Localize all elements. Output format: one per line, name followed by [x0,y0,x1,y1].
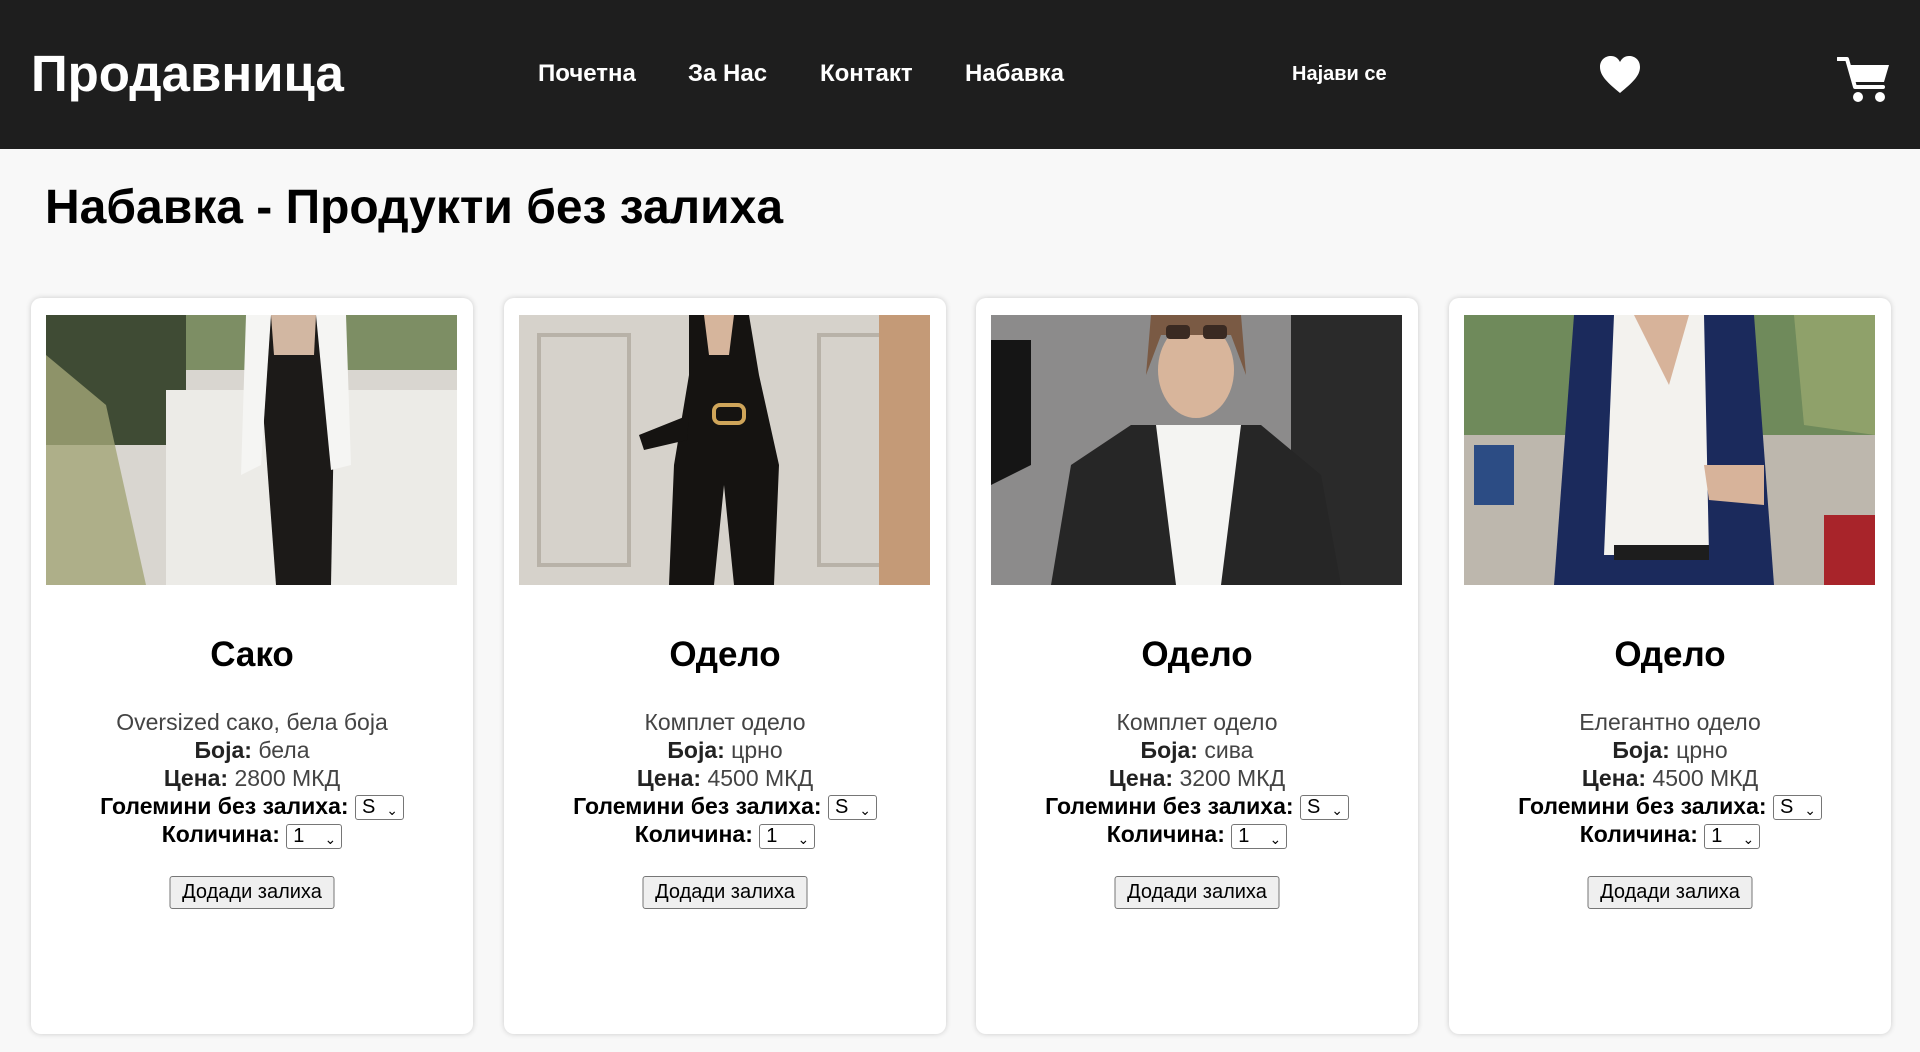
page-title: Набавка - Продукти без залиха [45,181,784,234]
sizes-out-label: Големини без залиха: [573,793,822,819]
chevron-down-icon: ⌄ [1804,802,1816,819]
product-image [1464,315,1875,585]
chevron-down-icon: ⌄ [1269,830,1282,847]
product-name: Одело [1614,635,1726,674]
product-color: бела [258,737,310,763]
add-stock-button[interactable]: Додади залиха [1114,876,1280,909]
product-price: 2800 МКД [234,765,341,791]
price-label: Цена: [163,765,229,791]
product-info: Комплет одело Боја: сива Цена: 3200 МКД … [976,708,1418,849]
product-card: Одело Елегантно одело Боја: црно Цена: 4… [1449,298,1891,1034]
product-name: Одело [1141,635,1253,674]
quantity-label: Количина: [161,821,280,848]
top-navbar: Продавница Почетна За Нас Контакт Набавк… [0,0,1920,149]
add-stock-button[interactable]: Додади залиха [642,876,808,909]
product-info: Комплет одело Боја: црно Цена: 4500 МКД … [504,708,946,849]
color-label: Боја: [667,737,725,763]
color-label: Боја: [1612,737,1670,763]
quantity-select[interactable]: 1 ⌄ [1704,823,1761,849]
price-label: Цена: [636,765,702,791]
quantity-select[interactable]: 1 ⌄ [286,823,343,849]
site-logo[interactable]: Продавница [31,46,344,102]
product-price: 4500 МКД [707,765,814,791]
product-info: Oversized сако, бела боја Боја: бела Цен… [31,708,473,849]
product-info: Елегантно одело Боја: црно Цена: 4500 МК… [1449,708,1891,849]
size-select[interactable]: S ⌄ [1772,795,1822,821]
color-label: Боја: [194,737,252,763]
size-select[interactable]: S ⌄ [1299,795,1349,821]
add-stock-button[interactable]: Додади залиха [1587,876,1753,909]
product-card: Одело Комплет одело Боја: сива Цена: 320… [976,298,1418,1034]
chevron-down-icon: ⌄ [1742,830,1755,847]
product-image [991,315,1402,585]
product-description: Елегантно одело [1579,709,1761,735]
chevron-down-icon: ⌄ [1331,802,1343,819]
product-description: Комплет одело [1116,709,1278,735]
quantity-select[interactable]: 1 ⌄ [759,823,816,849]
size-select[interactable]: S ⌄ [354,795,404,821]
chevron-down-icon: ⌄ [797,830,810,847]
chevron-down-icon: ⌄ [324,830,337,847]
product-color: црно [731,737,783,763]
color-label: Боја: [1140,737,1198,763]
nav-link-procurement[interactable]: Набавка [965,60,1064,88]
product-image [519,315,930,585]
product-name: Сако [210,635,294,674]
sizes-out-label: Големини без залиха: [1518,793,1767,819]
nav-link-home[interactable]: Почетна [538,60,636,88]
login-link[interactable]: Најави се [1292,62,1387,86]
product-image [46,315,457,585]
price-label: Цена: [1581,765,1647,791]
quantity-label: Количина: [1106,821,1225,848]
size-select[interactable]: S ⌄ [827,795,877,821]
product-color: црно [1676,737,1728,763]
product-description: Комплет одело [644,709,806,735]
quantity-label: Количина: [1579,821,1698,848]
product-description: Oversized сако, бела боја [116,709,388,735]
product-name: Одело [669,635,781,674]
product-color: сива [1204,737,1254,763]
add-stock-button[interactable]: Додади залиха [169,876,335,909]
quantity-label: Количина: [634,821,753,848]
nav-link-contact[interactable]: Контакт [820,60,913,88]
cart-icon[interactable] [1836,55,1891,105]
quantity-select[interactable]: 1 ⌄ [1231,823,1288,849]
product-price: 4500 МКД [1652,765,1759,791]
nav-link-about[interactable]: За Нас [688,60,767,88]
sizes-out-label: Големини без залиха: [100,793,349,819]
product-card: Сако Oversized сако, бела боја Боја: бел… [31,298,473,1034]
product-price: 3200 МКД [1179,765,1286,791]
chevron-down-icon: ⌄ [859,802,871,819]
chevron-down-icon: ⌄ [386,802,398,819]
heart-icon[interactable] [1598,55,1642,95]
product-card: Одело Комплет одело Боја: црно Цена: 450… [504,298,946,1034]
price-label: Цена: [1108,765,1174,791]
sizes-out-label: Големини без залиха: [1045,793,1294,819]
